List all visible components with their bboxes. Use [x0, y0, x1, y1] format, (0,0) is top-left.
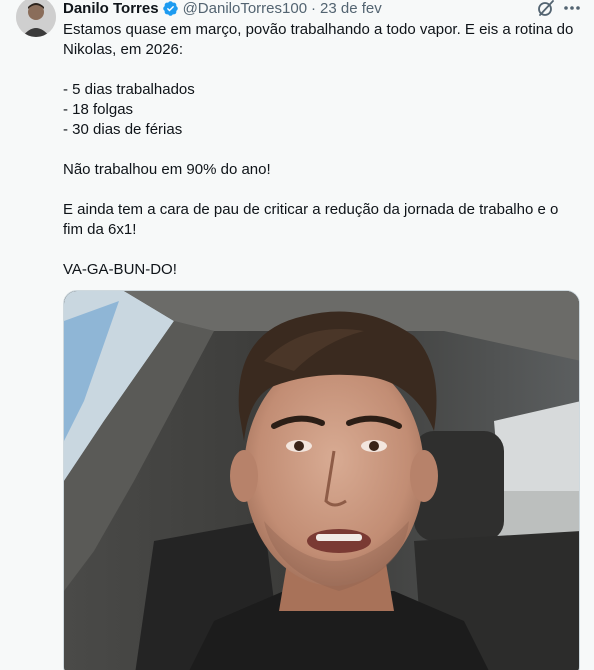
tweet-line: Estamos quase em março, povão trabalhand…	[63, 21, 574, 58]
tweet-line: VA-GA-BUN-DO!	[63, 261, 177, 278]
separator-dot: ·	[311, 0, 317, 17]
verified-badge-icon	[162, 0, 179, 17]
video-media[interactable]	[63, 290, 580, 670]
display-name[interactable]: Danilo Torres	[63, 0, 159, 17]
grok-icon[interactable]	[536, 0, 556, 18]
tweet-body: Danilo Torres @DaniloTorres100 · 23 de f…	[63, 0, 580, 280]
tweet-line: Não trabalhou em 90% do ano!	[63, 161, 271, 178]
tweet-line: - 18 folgas	[63, 101, 134, 118]
more-options-icon[interactable]	[562, 0, 582, 18]
avatar[interactable]	[16, 0, 56, 37]
tweet-text: Estamos quase em março, povão trabalhand…	[63, 20, 580, 280]
tweet-line: - 5 dias trabalhados	[63, 81, 195, 98]
tweet-line: - 30 dias de férias	[63, 121, 183, 138]
tweet: Danilo Torres @DaniloTorres100 · 23 de f…	[0, 0, 594, 670]
tweet-timestamp[interactable]: 23 de fev	[320, 0, 382, 17]
tweet-header: Danilo Torres @DaniloTorres100 · 23 de f…	[63, 0, 580, 17]
user-handle[interactable]: @DaniloTorres100	[183, 0, 307, 17]
tweet-line: E ainda tem a cara de pau de criticar a …	[63, 201, 559, 238]
